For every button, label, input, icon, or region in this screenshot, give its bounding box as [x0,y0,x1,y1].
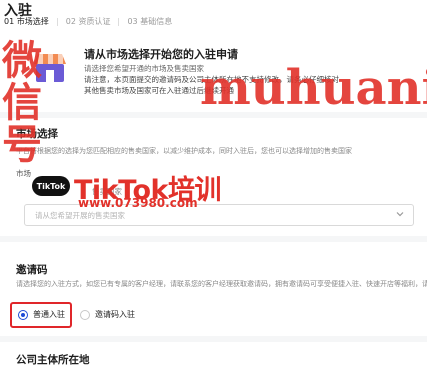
country-select-placeholder: 请从您希望开展的售卖国家 [35,211,125,220]
market-section-desc: 平台将根据您的选择为您匹配相应的售卖国家，以减少维护成本，同时入驻后，您也可以选… [16,147,352,155]
step-2[interactable]: 02 资质认证 [66,16,111,27]
radio-dot[interactable] [80,309,90,320]
invite-section-desc: 请选择您的入驻方式，如您已有专属的客户经理，请联系您的客户经理获取邀请码，拥有邀… [16,280,427,288]
section-divider [0,236,427,242]
invite-section-title: 邀请码 [16,264,48,276]
watermark-vertical-text: 微信号 [2,37,42,168]
tiktok-logo: TikTok [32,176,70,196]
radio-invite-entry[interactable]: 邀请码入驻 [80,309,135,320]
market-field-label: 市场 [16,169,31,178]
radio-label: 邀请码入驻 [95,310,135,319]
radio-normal-entry[interactable]: 普通入驻 [18,309,65,320]
intro-subtitle: 请选择您希望开通的市场及售卖国家 [84,64,204,73]
step-divider [56,17,58,26]
step-3[interactable]: 03 基础信息 [127,16,172,27]
chevron-down-icon [396,212,404,217]
page: 入驻 01 市场选择 02 资质认证 03 基础信息 请从市场选择开始您的入驻申… [0,0,427,374]
step-1[interactable]: 01 市场选择 [4,16,49,27]
radio-label: 普通入驻 [33,310,65,319]
company-section-title: 公司主体所在地 [16,354,90,366]
watermark-site-text: muhuanidc [200,60,427,116]
radio-dot[interactable] [18,309,28,320]
watermark-url: www.073980.com [78,196,198,210]
section-divider [0,336,427,342]
step-divider [118,17,120,26]
step-indicator: 01 市场选择 02 资质认证 03 基础信息 [4,16,172,27]
